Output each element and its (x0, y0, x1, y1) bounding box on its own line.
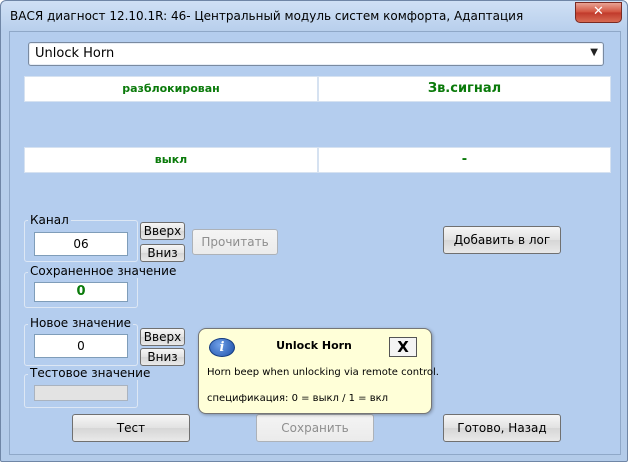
tooltip-spec: спецификация: 0 = выкл / 1 = вкл (207, 393, 389, 404)
status-cell-right: Зв.сигнал (318, 76, 611, 102)
add-to-log-button[interactable]: Добавить в лог (443, 226, 561, 254)
parameter-select[interactable]: Unlock Horn ▼ (28, 42, 604, 66)
window-close-button[interactable]: ✕ (575, 2, 622, 23)
main-panel: Unlock Horn ▼ разблокирован Зв.сигнал вы… (9, 31, 621, 455)
tooltip-description: Horn beep when unlocking via remote cont… (207, 367, 439, 378)
saved-value-field: 0 (34, 282, 128, 302)
new-value-down-button[interactable]: Вниз (140, 348, 185, 366)
channel-up-button[interactable]: Вверх (140, 222, 185, 240)
done-back-button[interactable]: Готово, Назад (443, 414, 561, 442)
channel-down-button[interactable]: Вниз (140, 244, 185, 262)
saved-value-label: Сохраненное значение (28, 264, 179, 278)
channel-input[interactable]: 06 (34, 232, 128, 256)
new-value-up-button[interactable]: Вверх (140, 328, 185, 346)
value-cell-left: выкл (24, 147, 318, 173)
test-button[interactable]: Тест (72, 414, 190, 442)
tooltip-title: Unlock Horn (276, 339, 352, 352)
app-window: ВАСЯ диагност 12.10.1R: 46- Центральный … (0, 0, 628, 462)
window-title: ВАСЯ диагност 12.10.1R: 46- Центральный … (10, 9, 524, 23)
value-cell-right: - (318, 147, 611, 173)
info-tooltip: i Unlock Horn X Horn beep when unlocking… (198, 328, 439, 414)
parameter-select-value: Unlock Horn (35, 46, 115, 61)
info-icon: i (209, 338, 235, 357)
tooltip-close-button[interactable]: X (389, 337, 417, 357)
channel-label: Канал (28, 213, 71, 227)
title-bar[interactable]: ВАСЯ диагност 12.10.1R: 46- Центральный … (1, 1, 627, 31)
close-icon: ✕ (593, 4, 604, 19)
new-value-input[interactable]: 0 (34, 334, 128, 358)
chevron-down-icon: ▼ (590, 47, 598, 58)
save-button[interactable]: Сохранить (256, 414, 374, 442)
test-value-label: Тестовое значение (28, 366, 153, 380)
status-cell-left: разблокирован (24, 76, 318, 102)
read-button[interactable]: Прочитать (192, 229, 278, 255)
test-value-field (34, 385, 128, 401)
new-value-label: Новое значение (28, 316, 134, 330)
